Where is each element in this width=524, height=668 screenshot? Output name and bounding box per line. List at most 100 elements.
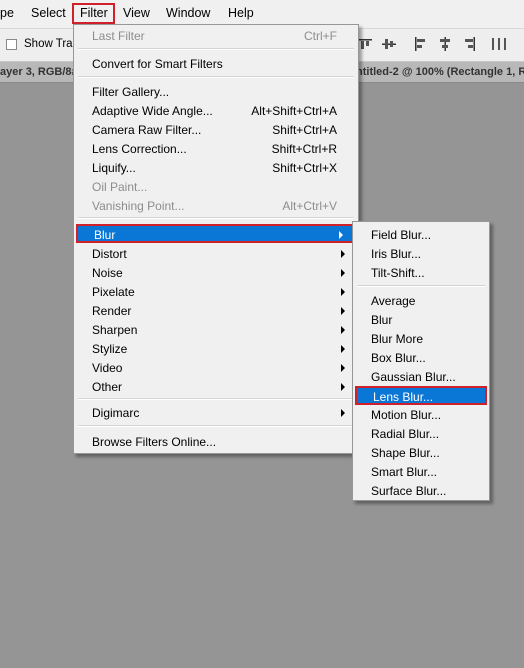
filter-menu-item-noise[interactable]: Noise [76,264,354,283]
align-right-icon[interactable] [460,35,478,53]
submenu-arrow-icon [341,364,345,372]
filter-menu-item-stylize[interactable]: Stylize [76,340,354,359]
filter-menu-item-convert-for-smart-filters[interactable]: Convert for Smart Filters [76,55,354,74]
blur-submenu-item-label: Tilt-Shift... [371,266,425,280]
menu-view[interactable]: View [123,6,150,20]
filter-menu-item-shortcut: Shift+Ctrl+A [272,123,337,137]
filter-menu-item-label: Stylize [92,342,128,356]
menu-separator [78,48,354,50]
menu-separator [78,398,354,400]
align-hcenter-icon[interactable] [436,35,454,53]
filter-menu-item-label: Last Filter [92,29,145,43]
filter-menu-item-label: Pixelate [92,285,135,299]
show-transform-checkbox[interactable] [6,39,17,50]
blur-submenu-item-blur-more[interactable]: Blur More [355,330,487,349]
menu-separator [357,285,485,287]
filter-menu-item-label: Lens Correction... [92,142,187,156]
filter-menu-item-shortcut: Shift+Ctrl+X [272,161,337,175]
document-tab-layer3[interactable]: ayer 3, RGB/8# [0,66,78,78]
align-vcenter-icon[interactable] [380,35,398,53]
blur-submenu-item-field-blur[interactable]: Field Blur... [355,226,487,245]
filter-menu-item-shortcut: Ctrl+F [304,29,337,43]
filter-menu-item-video[interactable]: Video [76,359,354,378]
filter-menu-item-label: Liquify... [92,161,136,175]
blur-submenu-item-tilt-shift[interactable]: Tilt-Shift... [355,264,487,283]
filter-menu-item-distort[interactable]: Distort [76,245,354,264]
blur-submenu: Field Blur... Iris Blur... Tilt-Shift... Av… [352,221,490,501]
blur-submenu-item-box-blur[interactable]: Box Blur... [355,349,487,368]
distribute-icon[interactable] [490,35,508,53]
filter-menu-item-blur[interactable]: Blur [76,224,354,243]
blur-submenu-item-surface-blur[interactable]: Surface Blur... [355,482,487,501]
filter-menu-item-camera-raw-filter[interactable]: Camera Raw Filter... Shift+Ctrl+A [76,121,354,140]
blur-submenu-item-smart-blur[interactable]: Smart Blur... [355,463,487,482]
filter-menu-item-label: Adaptive Wide Angle... [92,104,213,118]
filter-menu-item-label: Video [92,361,123,375]
blur-submenu-item-label: Blur More [371,332,424,346]
filter-menu-item-label: Oil Paint... [92,180,148,194]
blur-submenu-item-label: Gaussian Blur... [371,370,456,384]
blur-submenu-item-iris-blur[interactable]: Iris Blur... [355,245,487,264]
submenu-arrow-icon [341,383,345,391]
filter-menu-item-label: Digimarc [92,406,140,420]
filter-menu-item-label: Blur [94,228,116,242]
blur-submenu-item-blur[interactable]: Blur [355,311,487,330]
blur-submenu-item-label: Box Blur... [371,351,426,365]
menu-separator [78,76,354,78]
submenu-arrow-icon [341,269,345,277]
filter-menu-item-label: Convert for Smart Filters [92,57,223,71]
filter-menu-item-label: Browse Filters Online... [92,435,217,449]
filter-menu-item-render[interactable]: Render [76,302,354,321]
menu-help[interactable]: Help [228,6,254,20]
blur-submenu-item-label: Radial Blur... [371,427,440,441]
filter-menu-item-last-filter: Last Filter Ctrl+F [76,27,354,46]
submenu-arrow-icon [341,307,345,315]
filter-menu-item-label: Vanishing Point... [92,199,185,213]
show-transform-label: Show Tran [24,38,79,50]
filter-menu-item-shortcut: Alt+Shift+Ctrl+A [251,104,337,118]
menu-type[interactable]: pe [0,6,14,20]
submenu-arrow-icon [341,288,345,296]
blur-submenu-item-motion-blur[interactable]: Motion Blur... [355,406,487,425]
filter-menu-callout [72,3,115,24]
submenu-arrow-icon [341,345,345,353]
filter-menu-item-label: Other [92,380,123,394]
menu-window[interactable]: Window [166,6,210,20]
filter-menu-item-oil-paint: Oil Paint... [76,178,354,197]
filter-menu-item-browse-filters-online[interactable]: Browse Filters Online... [76,433,354,452]
blur-submenu-item-average[interactable]: Average [355,292,487,311]
filter-menu: Last Filter Ctrl+F Convert for Smart Filte… [73,24,359,454]
filter-menu-item-other[interactable]: Other [76,378,354,397]
filter-menu-item-adaptive-wide-angle[interactable]: Adaptive Wide Angle... Alt+Shift+Ctrl+A [76,102,354,121]
document-tab-untitled2[interactable]: ntitled-2 @ 100% (Rectangle 1, R [356,66,524,78]
filter-menu-item-filter-gallery[interactable]: Filter Gallery... [76,83,354,102]
submenu-arrow-icon [341,326,345,334]
filter-menu-item-label: Filter Gallery... [92,85,170,99]
blur-submenu-item-label: Lens Blur... [373,390,434,404]
filter-menu-item-digimarc[interactable]: Digimarc [76,404,354,423]
blur-submenu-item-radial-blur[interactable]: Radial Blur... [355,425,487,444]
blur-submenu-item-label: Motion Blur... [371,408,442,422]
blur-submenu-item-label: Average [371,294,416,308]
filter-menu-item-label: Camera Raw Filter... [92,123,202,137]
filter-menu-item-shortcut: Alt+Ctrl+V [282,199,337,213]
blur-submenu-item-label: Surface Blur... [371,484,447,498]
blur-submenu-item-lens-blur[interactable]: Lens Blur... [355,386,487,405]
blur-submenu-item-label: Shape Blur... [371,446,440,460]
filter-menu-item-liquify[interactable]: Liquify... Shift+Ctrl+X [76,159,354,178]
filter-menu-item-shortcut: Shift+Ctrl+R [271,142,337,156]
filter-menu-item-label: Sharpen [92,323,138,337]
blur-submenu-item-shape-blur[interactable]: Shape Blur... [355,444,487,463]
align-left-icon[interactable] [412,35,430,53]
filter-menu-item-label: Render [92,304,132,318]
menu-select[interactable]: Select [31,6,66,20]
submenu-arrow-icon [341,409,345,417]
submenu-arrow-icon [341,250,345,258]
filter-menu-item-lens-correction[interactable]: Lens Correction... Shift+Ctrl+R [76,140,354,159]
blur-submenu-item-label: Smart Blur... [371,465,438,479]
filter-menu-item-sharpen[interactable]: Sharpen [76,321,354,340]
filter-menu-item-pixelate[interactable]: Pixelate [76,283,354,302]
blur-submenu-item-gaussian-blur[interactable]: Gaussian Blur... [355,368,487,387]
menu-separator [78,217,354,219]
filter-menu-item-vanishing-point: Vanishing Point... Alt+Ctrl+V [76,197,354,216]
